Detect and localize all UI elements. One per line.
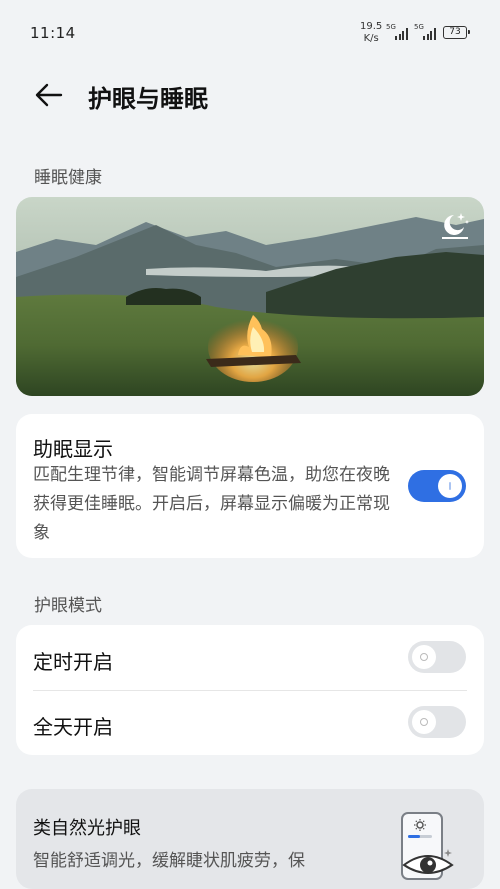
campfire-landscape-image bbox=[16, 197, 484, 396]
eye-brightness-icon bbox=[401, 812, 454, 880]
clock: 11:14 bbox=[30, 24, 76, 42]
page-title: 护眼与睡眠 bbox=[88, 85, 208, 113]
sleep-display-card: 助眠显示 匹配生理节律，智能调节屏幕色温，助您在夜晚获得更佳睡眠。开启后，屏幕显… bbox=[16, 414, 484, 558]
sleep-display-toggle[interactable] bbox=[408, 470, 466, 502]
status-bar: 11:14 19.5 K/s 5G 5G 73 bbox=[0, 0, 500, 64]
sleep-display-description: 匹配生理节律，智能调节屏幕色温，助您在夜晚获得更佳睡眠。开启后，屏幕显示偏暖为正… bbox=[33, 465, 390, 543]
moon-stars-icon bbox=[442, 213, 469, 239]
toggle-knob bbox=[438, 474, 462, 498]
eye-mode-all-day-toggle[interactable] bbox=[408, 706, 466, 738]
natural-light-card[interactable]: 类自然光护眼 智能舒适调光，缓解睫状肌疲劳，保 bbox=[16, 789, 484, 889]
back-button[interactable] bbox=[33, 80, 65, 110]
sleep-hero-image[interactable] bbox=[16, 197, 484, 396]
sleep-display-title: 助眠显示 bbox=[33, 437, 113, 461]
eye-mode-all-day-label: 全天开启 bbox=[33, 715, 113, 739]
natural-light-title: 类自然光护眼 bbox=[33, 818, 141, 839]
eye-mode-card: 定时开启 全天开启 bbox=[16, 625, 484, 755]
eye-mode-row-all-day[interactable]: 全天开启 bbox=[16, 690, 484, 755]
toggle-knob bbox=[412, 645, 436, 669]
natural-light-description: 智能舒适调光，缓解睫状肌疲劳，保 bbox=[33, 851, 305, 871]
eye-mode-scheduled-toggle[interactable] bbox=[408, 641, 466, 673]
arrow-left-icon bbox=[35, 83, 63, 107]
eye-mode-scheduled-label: 定时开启 bbox=[33, 650, 113, 674]
network-speed: 19.5 K/s bbox=[360, 21, 383, 44]
page-header: 护眼与睡眠 bbox=[0, 70, 500, 120]
section-label-eye-mode: 护眼模式 bbox=[34, 596, 102, 616]
section-label-sleep: 睡眠健康 bbox=[34, 168, 102, 188]
battery-icon: 73 bbox=[443, 26, 470, 39]
toggle-knob bbox=[412, 710, 436, 734]
signal-sim2-icon: 5G bbox=[414, 23, 440, 40]
eye-mode-row-scheduled[interactable]: 定时开启 bbox=[16, 625, 484, 690]
signal-sim1-icon: 5G bbox=[386, 23, 412, 40]
